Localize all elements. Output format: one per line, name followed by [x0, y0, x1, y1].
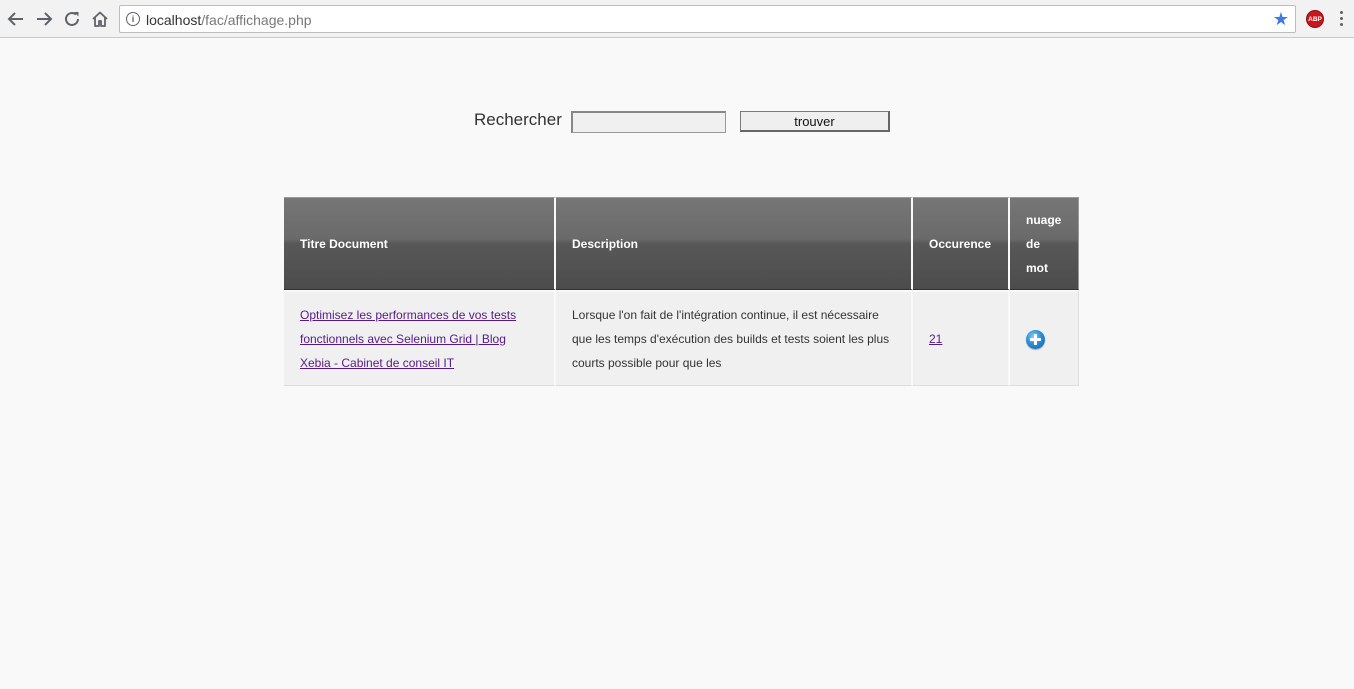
header-description: Description [556, 197, 913, 290]
address-bar[interactable]: i localhost/fac/affichage.php ★ [119, 5, 1296, 33]
home-button[interactable] [89, 8, 111, 30]
search-input[interactable] [571, 111, 726, 133]
adblock-extension-icon[interactable]: ABP [1306, 10, 1324, 28]
table-header-row: Titre Document Description Occurence nua… [284, 197, 1079, 290]
reload-icon [65, 11, 79, 26]
cell-occurrence: 21 [913, 290, 1010, 386]
reload-button[interactable] [61, 8, 83, 30]
document-title-link[interactable]: Optimisez les performances de vos tests … [300, 308, 516, 370]
forward-button[interactable] [33, 8, 55, 30]
arrow-right-icon [37, 12, 53, 26]
url-text: localhost/fac/affichage.php [146, 12, 312, 28]
bookmark-star-icon[interactable]: ★ [1273, 9, 1289, 29]
home-icon [92, 11, 108, 27]
occurrence-link[interactable]: 21 [929, 332, 942, 346]
results-table: Titre Document Description Occurence nua… [284, 197, 1079, 386]
table-row: Optimisez les performances de vos tests … [284, 290, 1079, 386]
cell-description: Lorsque l'on fait de l'intégration conti… [556, 290, 913, 386]
search-label: Rechercher [474, 110, 562, 129]
cell-title: Optimisez les performances de vos tests … [284, 290, 556, 386]
header-word-cloud: nuage de mot [1010, 197, 1079, 290]
browser-menu-icon[interactable] [1340, 11, 1344, 27]
cell-word-cloud [1010, 290, 1079, 386]
browser-toolbar: i localhost/fac/affichage.php ★ ABP [0, 0, 1354, 38]
plus-circle-icon[interactable] [1026, 329, 1045, 349]
arrow-left-icon [7, 12, 23, 26]
header-occurrence: Occurence [913, 197, 1010, 290]
header-title: Titre Document [284, 197, 556, 290]
info-icon[interactable]: i [126, 12, 140, 26]
back-button[interactable] [5, 8, 27, 30]
search-button[interactable]: trouver [740, 111, 890, 132]
